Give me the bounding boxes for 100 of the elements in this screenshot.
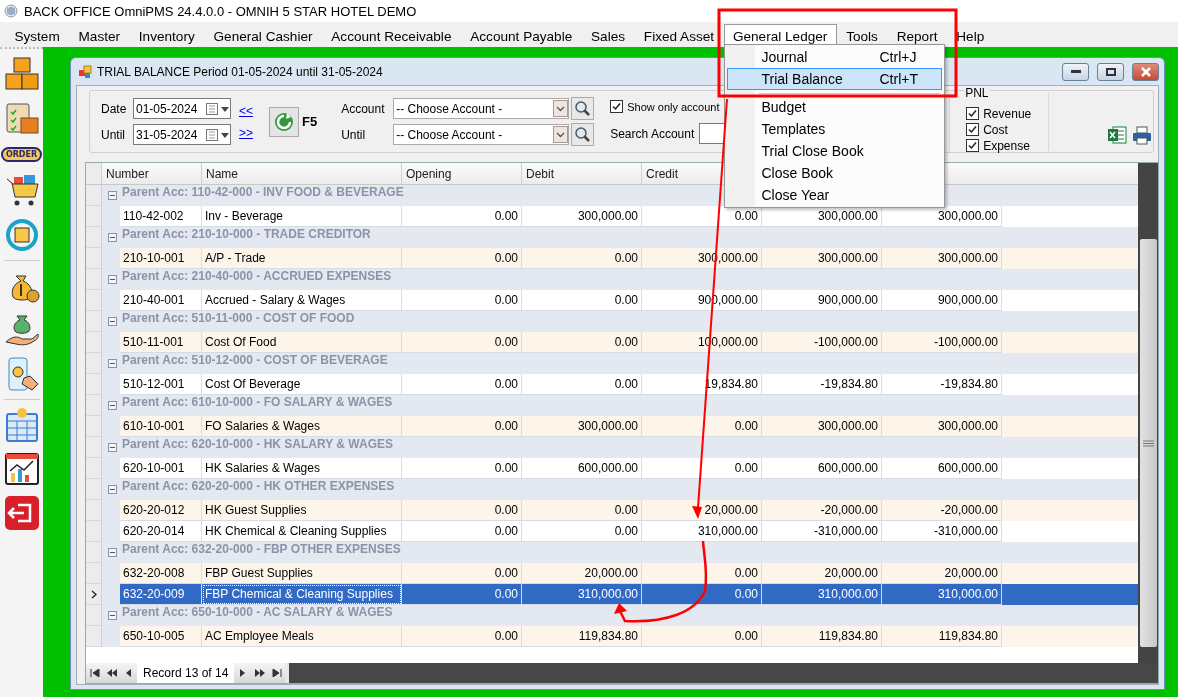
- table-cell: 300,000.00: [882, 248, 1002, 269]
- menu-entry[interactable]: Close Book: [726, 162, 942, 184]
- menu-entry[interactable]: Journal Ctrl+J: [726, 46, 942, 68]
- order-button[interactable]: ORDER: [0, 147, 43, 162]
- table-row[interactable]: 650-10-005 AC Employee Meals 0.00 119,834.80 0.00 119,834.80 119,834.80: [86, 626, 1138, 647]
- search-button[interactable]: [571, 97, 595, 120]
- table-row[interactable]: 620-20-012 HK Guest Supplies 0.00 0.00 20,000.00 -20,000.00 -20,000.00: [86, 500, 1138, 521]
- collapse-icon[interactable]: [108, 275, 117, 284]
- table-row[interactable]: 610-10-001 FO Salaries & Wages 0.00 300,000.00 0.00 300,000.00 300,000.00: [86, 416, 1138, 437]
- date-field[interactable]: 01-05-2024: [133, 98, 231, 119]
- menu-item[interactable]: Tools: [836, 24, 888, 47]
- printer-icon[interactable]: [1132, 124, 1153, 145]
- account-dropdown[interactable]: -- Choose Account -: [393, 124, 570, 145]
- current-row-icon: [90, 589, 97, 599]
- table-cell: 0.00: [522, 248, 642, 269]
- collapse-icon[interactable]: [108, 548, 117, 557]
- right-icon: [239, 669, 246, 677]
- menu-item[interactable]: Help: [946, 24, 994, 47]
- minimize-button[interactable]: [1062, 62, 1089, 81]
- table-cell: 210-10-001: [120, 248, 202, 269]
- maximize-icon: [1105, 67, 1116, 76]
- horizontal-scrollbar[interactable]: [289, 663, 1158, 683]
- previous-record-button[interactable]: [120, 663, 137, 683]
- menu-entry[interactable]: Trial Close Book: [726, 140, 942, 162]
- collapse-icon[interactable]: [108, 401, 117, 410]
- table-cell: HK Salaries & Wages: [202, 458, 402, 479]
- collapse-icon[interactable]: [108, 611, 117, 620]
- refresh-button[interactable]: [269, 106, 299, 137]
- table-cell: 0.00: [642, 584, 762, 605]
- menu-item[interactable]: Account Payable: [460, 24, 582, 47]
- close-button[interactable]: [1132, 62, 1159, 81]
- menu-item[interactable]: Report: [887, 24, 947, 47]
- last-record-button[interactable]: [268, 663, 286, 683]
- collapse-icon[interactable]: [108, 485, 117, 494]
- table-cell: Cost Of Food: [202, 332, 402, 353]
- checkbox-label: Expense: [983, 138, 1030, 153]
- table-cell: 620-10-001: [120, 458, 202, 479]
- dropdown-icon[interactable]: [553, 100, 569, 117]
- menu-item[interactable]: Sales: [581, 24, 635, 47]
- group-label: Parent Acc: 610-10-000 - FO SALARY & WAGES: [122, 395, 393, 411]
- group-label: Parent Acc: 620-10-000 - HK SALARY & WAGES: [122, 437, 393, 453]
- table-cell: 300,000.00: [882, 416, 1002, 437]
- table-cell: -20,000.00: [762, 500, 882, 521]
- minimize-icon: [1070, 69, 1081, 74]
- column-header[interactable]: Name: [206, 166, 238, 181]
- checkbox[interactable]: [610, 100, 624, 113]
- vertical-scrollbar[interactable]: [1138, 163, 1158, 663]
- menu-entry[interactable]: Templates: [726, 118, 942, 140]
- first-icon: [89, 669, 100, 677]
- table-cell: 0.00: [522, 290, 642, 311]
- column-header[interactable]: Debit: [526, 166, 554, 181]
- menu-item[interactable]: System: [5, 24, 70, 47]
- checkbox[interactable]: [966, 139, 980, 152]
- menu-entry[interactable]: Budget: [726, 96, 942, 118]
- collapse-icon[interactable]: [108, 317, 117, 326]
- menu-item[interactable]: Account Receivable: [321, 24, 461, 47]
- search-button[interactable]: [571, 123, 595, 146]
- double-right-icon: [254, 669, 265, 677]
- next-link[interactable]: >>: [239, 125, 253, 140]
- column-header[interactable]: Opening: [406, 166, 452, 181]
- table-cell: 0.00: [402, 248, 522, 269]
- previous-link[interactable]: <<: [239, 103, 253, 118]
- date-field[interactable]: 31-05-2024: [133, 124, 231, 145]
- column-header[interactable]: Number: [106, 166, 149, 181]
- collapse-icon[interactable]: [108, 443, 117, 452]
- table-cell: 310,000.00: [642, 521, 762, 542]
- menu-item[interactable]: Fixed Asset: [634, 24, 724, 47]
- table-row[interactable]: 632-20-009 FBP Chemical & Cleaning Supplies 0.00 310,000.00 0.00 310,000.00 310,000.00: [86, 584, 1138, 605]
- menu-entry[interactable]: Close Year: [726, 184, 942, 206]
- child-window-title: TRIAL BALANCE Period 01-05-2024 until 31-05-2024: [97, 64, 383, 79]
- menu-entry[interactable]: Trial Balance Ctrl+T: [726, 68, 942, 90]
- table-cell: 0.00: [522, 332, 642, 353]
- table-cell: A/P - Trade: [202, 248, 402, 269]
- checkbox-label: Cost: [983, 122, 1008, 137]
- first-record-button[interactable]: [86, 663, 103, 683]
- dropdown-icon[interactable]: [553, 126, 569, 143]
- collapse-icon[interactable]: [108, 233, 117, 242]
- table-row[interactable]: 632-20-008 FBP Guest Supplies 0.00 20,000.00 0.00 20,000.00 20,000.00: [86, 563, 1138, 584]
- menu-item[interactable]: General Cashier: [204, 24, 322, 47]
- calendar-dropdown-icon[interactable]: [206, 102, 230, 115]
- table-cell: HK Guest Supplies: [202, 500, 402, 521]
- table-cell: 0.00: [402, 374, 522, 395]
- next-record-button[interactable]: [234, 663, 252, 683]
- checkbox[interactable]: [966, 123, 980, 136]
- field-label: Search Account: [610, 126, 696, 141]
- collapse-icon[interactable]: [108, 191, 117, 200]
- table-cell: 0.00: [642, 563, 762, 584]
- checkbox[interactable]: [966, 107, 980, 120]
- table-cell: 0.00: [642, 626, 762, 647]
- group-label: Parent Acc: 632-20-000 - FBP OTHER EXPENSES: [122, 542, 401, 558]
- column-header[interactable]: Credit: [646, 166, 678, 181]
- collapse-icon[interactable]: [108, 359, 117, 368]
- row-header[interactable]: [86, 584, 102, 605]
- calendar-dropdown-icon[interactable]: [206, 128, 230, 141]
- table-cell: 0.00: [642, 416, 762, 437]
- excel-icon[interactable]: [1107, 124, 1128, 145]
- menu-item[interactable]: Inventory: [129, 24, 205, 47]
- maximize-button[interactable]: [1097, 62, 1124, 81]
- account-dropdown[interactable]: -- Choose Account -: [393, 98, 570, 119]
- menu-item[interactable]: Master: [69, 24, 130, 47]
